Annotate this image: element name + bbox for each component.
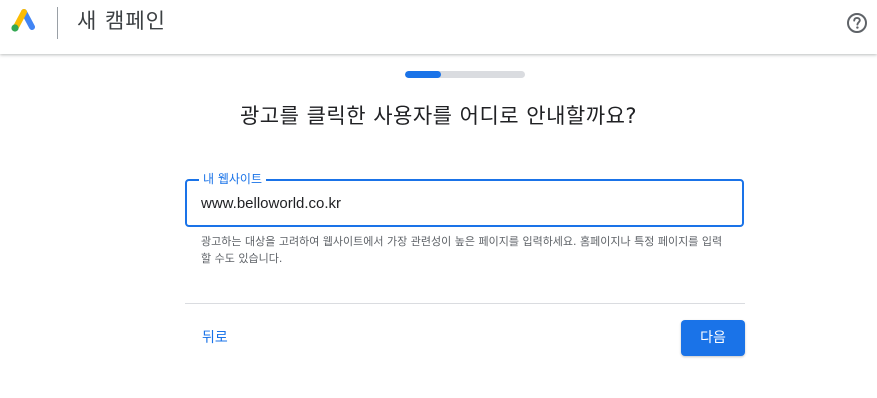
new-campaign-page: 새 캠페인 광고를 클릭한 사용자를 어디로 안내할까요? 내 웹사이트 광고하… [0, 0, 877, 398]
back-button[interactable]: 뒤로 [192, 323, 238, 353]
page-title: 새 캠페인 [77, 9, 166, 33]
footer-divider [185, 303, 745, 304]
step-progress-fill [405, 71, 441, 78]
google-ads-logo-icon [11, 9, 35, 32]
website-helper-text: 광고하는 대상을 고려하여 웹사이트에서 가장 관련성이 높은 페이지를 입력하… [201, 235, 723, 265]
app-header: 새 캠페인 [0, 0, 877, 54]
step-progress-bar [405, 71, 525, 78]
website-field-label: 내 웹사이트 [199, 172, 267, 186]
website-input[interactable] [201, 191, 721, 215]
header-divider [57, 7, 58, 39]
help-icon[interactable] [846, 12, 868, 34]
question-heading: 광고를 클릭한 사용자를 어디로 안내할까요? [239, 104, 638, 128]
next-button[interactable]: 다음 [681, 320, 745, 356]
website-field[interactable]: 내 웹사이트 [185, 172, 744, 227]
